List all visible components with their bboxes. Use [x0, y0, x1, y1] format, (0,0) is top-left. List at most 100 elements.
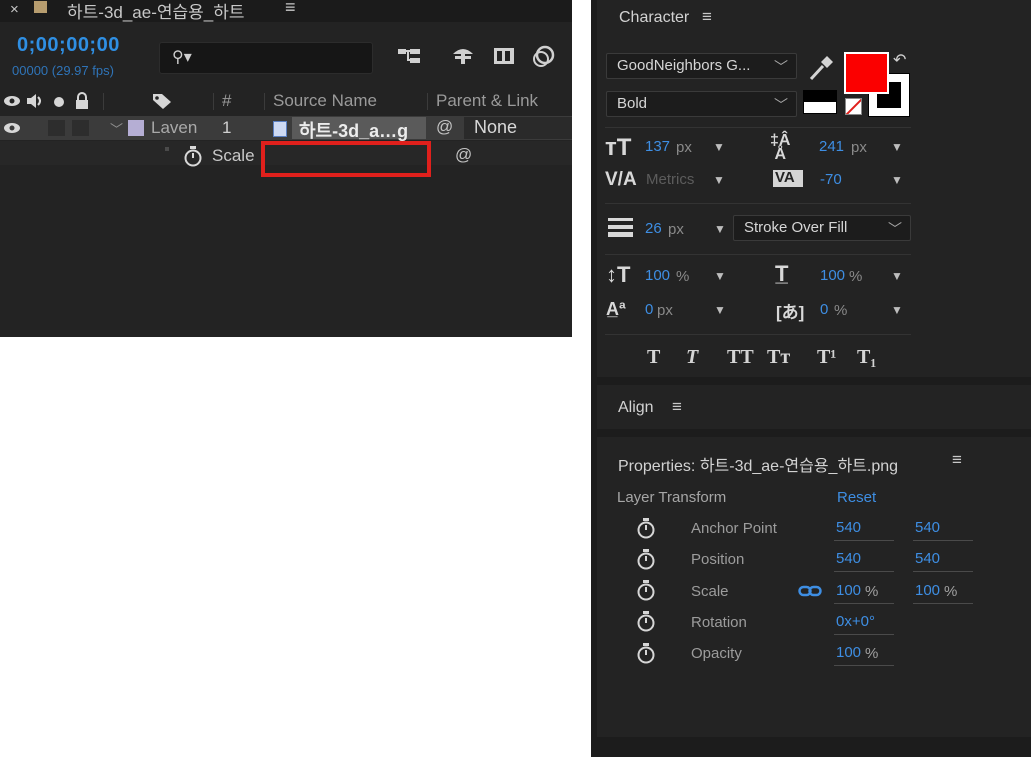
vertical-scale-dropdown-icon[interactable]: ▼	[714, 269, 726, 283]
superscript-button[interactable]: T¹	[817, 346, 836, 369]
stopwatch-icon[interactable]	[636, 579, 656, 601]
layer-source-name[interactable]: 하트-3d_a…g	[292, 117, 426, 141]
column-parent-link-header[interactable]: Parent & Link	[436, 91, 538, 111]
properties-panel-title[interactable]: Properties: 하트-3d_ae-연습용_하트.png	[618, 452, 898, 476]
stroke-width-dropdown-icon[interactable]: ▼	[714, 222, 726, 236]
anchor-point-label: Anchor Point	[691, 520, 777, 537]
align-panel	[597, 385, 1031, 429]
rotation-label: Rotation	[691, 614, 747, 631]
vertical-scale-value[interactable]: 100	[645, 267, 670, 284]
stopwatch-icon[interactable]	[183, 145, 203, 167]
all-caps-button[interactable]: TT	[727, 346, 754, 369]
leading-dropdown-icon[interactable]: ▼	[891, 140, 903, 154]
divider	[605, 203, 911, 204]
stroke-mode-dropdown[interactable]: Stroke Over Fill ﹀	[733, 215, 911, 241]
motion-blur-icon[interactable]	[531, 43, 557, 69]
tracking-dropdown-icon[interactable]: ▼	[891, 173, 903, 187]
faux-bold-button[interactable]: T	[647, 346, 660, 369]
current-time-display[interactable]: 0;00;00;00	[17, 34, 120, 57]
layer-search-input[interactable]: ⚲▾	[159, 42, 373, 74]
scale-label: Scale	[691, 583, 729, 600]
scale-x-value[interactable]: 100	[836, 582, 861, 599]
draft-3d-icon[interactable]	[450, 44, 476, 68]
opacity-label: Opacity	[691, 645, 742, 662]
column-number-header[interactable]: #	[222, 91, 231, 111]
timeline-tab-title[interactable]: 하트-3d_ae-연습용_하트	[67, 0, 245, 23]
swap-colors-icon[interactable]: ↶	[893, 50, 906, 70]
audio-icon	[27, 94, 41, 108]
solo-toggle[interactable]	[48, 120, 65, 136]
close-tab-icon[interactable]: ×	[10, 1, 19, 18]
eyedropper-icon[interactable]	[806, 54, 834, 84]
stopwatch-icon[interactable]	[636, 642, 656, 664]
horizontal-scale-value[interactable]: 100	[820, 267, 845, 284]
baseline-shift-value[interactable]: 0	[645, 301, 653, 318]
highlighted-value-box[interactable]	[261, 141, 431, 177]
font-size-unit: px	[676, 139, 692, 156]
fill-color-swatch[interactable]	[844, 52, 889, 94]
stroke-width-value[interactable]: 26	[645, 220, 662, 237]
anchor-point-y-value[interactable]: 540	[915, 519, 940, 536]
font-size-dropdown-icon[interactable]: ▼	[713, 140, 725, 154]
font-family-dropdown[interactable]: GoodNeighbors G... ﹀	[606, 53, 797, 79]
layer-label-color-swatch[interactable]	[128, 120, 144, 136]
font-size-value[interactable]: 137	[645, 138, 670, 155]
stopwatch-icon[interactable]	[636, 610, 656, 632]
font-style-dropdown[interactable]: Bold ﹀	[606, 91, 797, 117]
character-panel-menu-icon[interactable]: ≡	[702, 7, 712, 27]
stopwatch-icon[interactable]	[636, 548, 656, 570]
tsume-value[interactable]: 0	[820, 301, 828, 318]
reset-transform-link[interactable]: Reset	[837, 489, 876, 506]
rotation-value[interactable]: 0x+0°	[836, 613, 875, 630]
lock-toggle[interactable]	[72, 120, 89, 136]
kerning-value[interactable]: Metrics	[646, 171, 694, 188]
no-color-slash	[846, 99, 861, 114]
no-color-swatch[interactable]	[845, 98, 862, 115]
baseline-shift-dropdown-icon[interactable]: ▼	[714, 303, 726, 317]
small-caps-button[interactable]: Tт	[767, 346, 790, 369]
scale-y-value[interactable]: 100	[915, 582, 940, 599]
comp-flowchart-icon[interactable]	[396, 46, 422, 68]
horizontal-scale-unit: %	[849, 268, 863, 285]
kerning-dropdown-icon[interactable]: ▼	[713, 173, 725, 187]
divider	[605, 334, 911, 335]
position-x-value[interactable]: 540	[836, 550, 861, 567]
leading-value[interactable]: 241	[819, 138, 844, 155]
layer-name[interactable]: Laven	[151, 118, 197, 138]
horizontal-scale-dropdown-icon[interactable]: ▼	[891, 269, 903, 283]
value-underline	[834, 603, 894, 604]
frame-count-display: 00000 (29.97 fps)	[12, 63, 114, 78]
expand-chevron-icon[interactable]: ﹀	[110, 119, 123, 138]
value-underline	[834, 665, 894, 666]
column-divider	[103, 93, 104, 110]
character-panel-title[interactable]: Character	[619, 9, 689, 27]
layer-transform-heading: Layer Transform	[617, 489, 727, 506]
properties-panel-menu-icon[interactable]: ≡	[952, 450, 962, 470]
value-underline	[834, 634, 894, 635]
panel-menu-icon[interactable]: ≡	[285, 0, 296, 18]
value-underline	[834, 540, 894, 541]
subscript-button[interactable]: T₁	[857, 346, 876, 369]
position-y-value[interactable]: 540	[915, 550, 940, 567]
stopwatch-icon[interactable]	[636, 517, 656, 539]
tsume-dropdown-icon[interactable]: ▼	[891, 303, 903, 317]
align-panel-title[interactable]: Align	[618, 399, 654, 417]
anchor-point-x-value[interactable]: 540	[836, 519, 861, 536]
property-pick-whip-icon[interactable]: @	[455, 145, 472, 165]
faux-italic-button[interactable]: T	[686, 346, 698, 369]
composition-icon	[34, 1, 47, 13]
value-underline	[913, 603, 973, 604]
align-panel-menu-icon[interactable]: ≡	[672, 397, 682, 417]
frame-blending-icon[interactable]	[492, 44, 516, 68]
chevron-down-icon: ﹀	[888, 221, 902, 237]
timeline-panel: × 하트-3d_ae-연습용_하트 ≡ 0;00;00;00 00000 (29…	[0, 0, 572, 337]
opacity-value[interactable]: 100	[836, 644, 861, 661]
parent-dropdown[interactable]: None	[464, 117, 572, 139]
layer-visibility-eye-icon[interactable]	[3, 121, 21, 135]
divider	[605, 127, 911, 128]
constrain-proportions-link-icon[interactable]	[798, 584, 822, 598]
default-black-white-swatch[interactable]	[803, 90, 837, 114]
tracking-value[interactable]: -70	[820, 171, 842, 188]
pick-whip-icon[interactable]: @	[436, 117, 453, 137]
column-source-name-header[interactable]: Source Name	[273, 91, 377, 111]
